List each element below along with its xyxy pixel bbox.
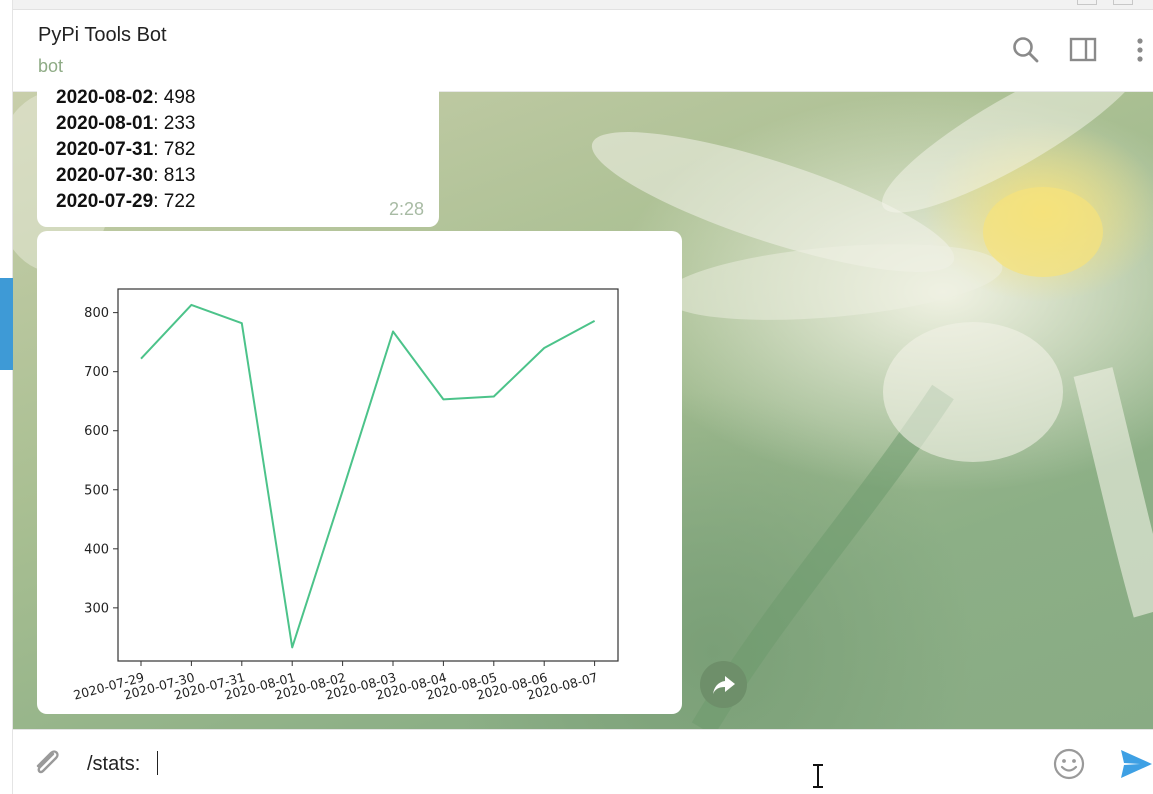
more-vertical-icon[interactable] <box>1124 34 1153 66</box>
text-caret <box>157 751 158 775</box>
y-tick-label: 300 <box>84 601 109 616</box>
left-panel-edge <box>0 0 13 794</box>
y-tick-label: 700 <box>84 365 109 380</box>
stats-line: 2020-08-01: 233 <box>56 113 195 135</box>
compose-bar <box>13 729 1153 794</box>
chat-title[interactable]: PyPi Tools Bot <box>38 24 167 47</box>
search-icon[interactable] <box>1010 34 1042 66</box>
forward-arrow-icon <box>713 676 735 694</box>
stats-value: : 233 <box>153 113 196 134</box>
line-chart: 3004005006007008002020-07-292020-07-3020… <box>72 288 619 703</box>
text-cursor-icon <box>813 764 823 788</box>
stats-value: : 813 <box>153 165 196 186</box>
paperclip-icon[interactable] <box>30 746 64 780</box>
y-tick-label: 600 <box>84 424 109 439</box>
stats-line: 2020-07-30: 813 <box>56 165 195 187</box>
message-input[interactable] <box>85 748 989 780</box>
stats-value: : 498 <box>153 87 196 108</box>
window-minimize-button[interactable] <box>1077 0 1097 5</box>
stats-value: : 722 <box>153 191 196 212</box>
stats-date: 2020-07-29 <box>56 191 154 212</box>
send-icon[interactable] <box>1118 746 1153 782</box>
stats-value: : 782 <box>153 139 196 160</box>
stats-date: 2020-07-30 <box>56 165 154 186</box>
stats-message-bubble[interactable]: 2020-08-02: 498 2020-08-01: 233 2020-07-… <box>37 80 439 227</box>
y-tick-label: 800 <box>84 306 109 321</box>
emoji-icon[interactable] <box>1052 747 1086 781</box>
chart-image-message[interactable]: 300 400 500 600 700 800 2020-07-29 2020-07-30 20… <box>37 231 682 714</box>
stats-line: 2020-07-31: 782 <box>56 139 195 161</box>
series-line <box>140 303 596 649</box>
window-top-bar <box>13 0 1153 10</box>
left-panel-scroll-accent[interactable] <box>0 278 13 370</box>
sidebar-toggle-icon[interactable] <box>1067 34 1099 66</box>
message-time: 2:28 <box>388 199 424 219</box>
y-tick-label: 400 <box>84 542 109 557</box>
stats-date: 2020-07-31 <box>56 139 154 160</box>
stats-line: 2020-07-29: 722 <box>56 191 195 213</box>
stats-date: 2020-08-02 <box>56 87 154 108</box>
stats-date: 2020-08-01 <box>56 113 154 134</box>
forward-button[interactable] <box>700 661 747 708</box>
y-tick-label: 500 <box>84 483 109 498</box>
chat-subtitle: bot <box>38 56 64 76</box>
stats-line: 2020-08-02: 498 <box>56 87 195 109</box>
window-maximize-button[interactable] <box>1113 0 1133 5</box>
plot-frame <box>117 288 619 662</box>
